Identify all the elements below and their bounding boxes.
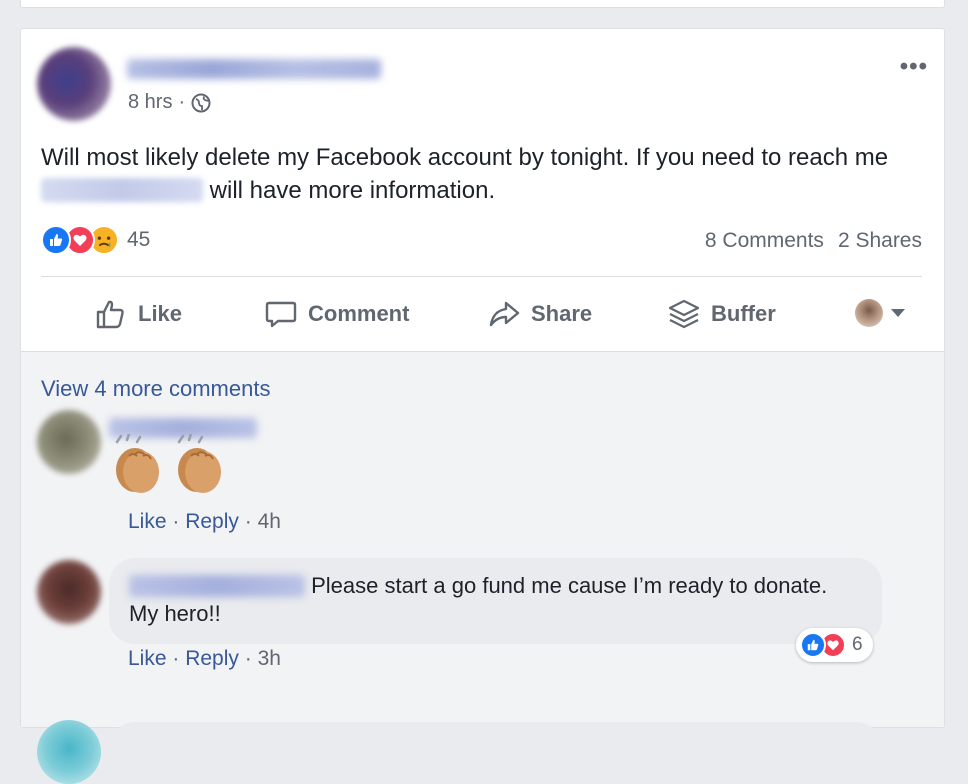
- commenter-name-redacted[interactable]: [129, 575, 305, 597]
- comment-reaction-count: 6: [852, 634, 863, 655]
- reaction-summary[interactable]: 45: [41, 225, 150, 255]
- comments-section: View 4 more comments Like · Reply · 4h P…: [21, 351, 944, 784]
- comment-actions: Like · Reply · 4h: [128, 510, 281, 533]
- comments-count-link[interactable]: 8 Comments: [705, 229, 824, 253]
- post-text-part1: Will most likely delete my Facebook acco…: [41, 144, 889, 171]
- comment-bubble: Please start a go fund me cause I’m read…: [109, 558, 882, 644]
- commenter-avatar[interactable]: [37, 720, 101, 784]
- comment-reactions[interactable]: 6: [796, 628, 873, 662]
- author-avatar[interactable]: [37, 47, 111, 121]
- thumbs-up-icon: [96, 300, 124, 329]
- comment-actions: Like · Reply · 3h: [128, 647, 281, 670]
- comment-reply-link[interactable]: Reply: [185, 510, 239, 533]
- redacted-mention[interactable]: [41, 178, 203, 202]
- like-icon: [800, 632, 826, 658]
- post-meta: 8 hrs ·: [128, 91, 211, 114]
- action-bar: Like Comment Share Buffer: [21, 279, 944, 349]
- comment-time[interactable]: 3h: [258, 647, 281, 670]
- comment-reply-link[interactable]: Reply: [185, 647, 239, 670]
- globe-icon[interactable]: [191, 93, 211, 113]
- comment-button-label: Comment: [308, 301, 410, 326]
- user-avatar: [855, 299, 883, 327]
- previous-post-card: [20, 0, 945, 8]
- speech-bubble-icon: [265, 301, 297, 328]
- share-button-label: Share: [531, 301, 593, 326]
- like-button[interactable]: Like: [94, 297, 182, 331]
- comment-like-link[interactable]: Like: [128, 647, 167, 670]
- share-button[interactable]: Share: [487, 297, 592, 331]
- comment-time[interactable]: 4h: [258, 510, 281, 533]
- like-button-label: Like: [138, 301, 183, 326]
- audience-selector[interactable]: [855, 299, 905, 327]
- buffer-button-label: Buffer: [711, 301, 776, 326]
- chevron-down-icon: [891, 309, 905, 317]
- commenter-avatar[interactable]: [37, 410, 101, 474]
- share-arrow-icon: [489, 301, 520, 327]
- post-text-part2: will have more information.: [209, 177, 496, 204]
- commenter-avatar[interactable]: [37, 560, 101, 624]
- buffer-button[interactable]: Buffer: [667, 297, 776, 331]
- clapping-hands-icon: [177, 434, 221, 493]
- meta-separator: ·: [178, 91, 186, 113]
- post-text: Will most likely delete my Facebook acco…: [41, 141, 901, 207]
- post-card: 8 hrs · ••• Will most likely delete my F…: [20, 28, 945, 784]
- comment-like-link[interactable]: Like: [128, 510, 167, 533]
- engagement-counts: 8 Comments 2 Shares: [705, 229, 922, 253]
- like-icon: [41, 225, 71, 255]
- buffer-stack-icon: [668, 299, 700, 329]
- shares-count-link[interactable]: 2 Shares: [838, 229, 922, 253]
- more-options-icon[interactable]: •••: [900, 53, 928, 81]
- comment-button[interactable]: Comment: [264, 297, 409, 331]
- view-more-comments-link[interactable]: View 4 more comments: [41, 376, 270, 402]
- author-name-redacted[interactable]: [127, 59, 381, 79]
- post-time[interactable]: 8 hrs: [128, 91, 172, 114]
- clapping-hands-icon: [115, 434, 159, 493]
- divider: [41, 276, 922, 277]
- reaction-count[interactable]: 45: [127, 228, 150, 252]
- comment-bubble: [109, 722, 882, 782]
